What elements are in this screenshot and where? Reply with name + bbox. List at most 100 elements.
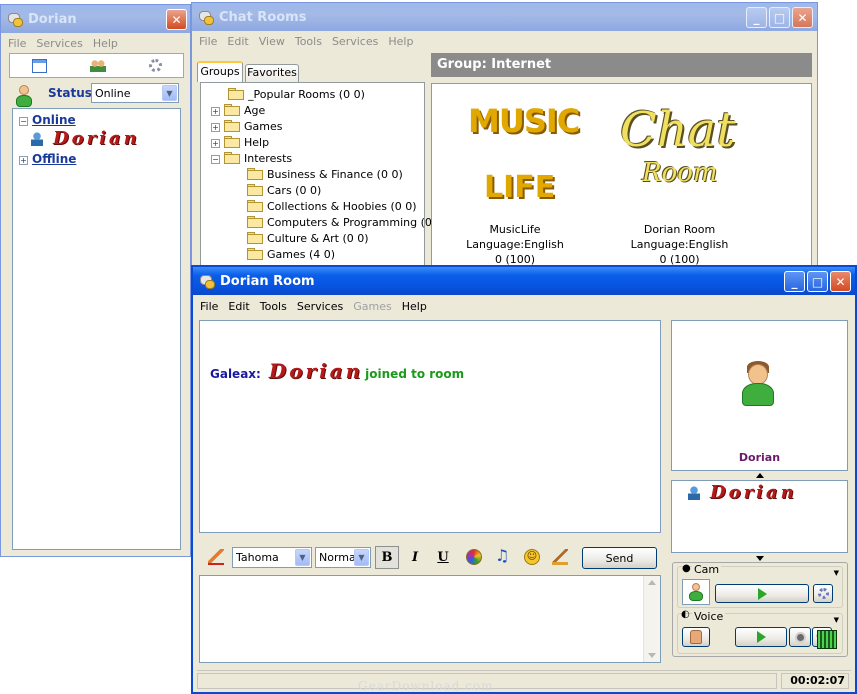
close-button[interactable]: ✕ <box>830 271 851 292</box>
font-family-select[interactable]: Tahoma ▼ <box>232 547 312 568</box>
voice-play-button[interactable] <box>735 627 787 647</box>
gears-icon[interactable] <box>148 59 162 72</box>
user-list-item[interactable]: Dorian <box>688 481 797 507</box>
tree-item[interactable]: Collections & Hoobies (0 0) <box>247 199 417 215</box>
input-scrollbar[interactable] <box>643 576 660 662</box>
menu-file[interactable]: File <box>5 37 33 50</box>
tab-groups[interactable]: Groups <box>197 61 243 82</box>
music-note-icon[interactable]: ♫ <box>495 546 509 565</box>
underline-button[interactable]: U <box>431 546 455 569</box>
close-button[interactable]: ✕ <box>792 7 813 28</box>
push-to-talk-button[interactable] <box>682 627 710 647</box>
calendar-icon[interactable] <box>31 58 47 73</box>
folder-icon <box>224 104 240 116</box>
group-offline-label[interactable]: Offline <box>32 152 76 166</box>
group-online-label[interactable]: Online <box>32 113 76 127</box>
group-offline[interactable]: + Offline <box>19 151 76 167</box>
user-list[interactable]: Dorian <box>671 480 848 553</box>
menu-file[interactable]: File <box>196 35 224 48</box>
equalizer-icon[interactable] <box>817 630 837 649</box>
scroll-down-arrow-icon[interactable] <box>756 556 764 561</box>
room-tree[interactable]: _Popular Rooms (0 0) + Age + Games + Help −… <box>200 82 447 282</box>
chatrooms-title: Chat Rooms <box>219 9 307 25</box>
message-area[interactable]: Galeax: Dorian joined to room <box>199 320 661 533</box>
folder-icon <box>247 216 263 228</box>
menu-edit[interactable]: Edit <box>225 300 256 313</box>
menu-file[interactable]: File <box>197 300 225 313</box>
contacts-titlebar[interactable]: Dorian ✕ <box>1 5 190 33</box>
smiley-icon[interactable]: ☺ <box>524 549 540 565</box>
tree-item[interactable]: − Interests <box>211 151 292 167</box>
menu-help[interactable]: Help <box>399 300 434 313</box>
scroll-down-icon[interactable] <box>648 653 656 658</box>
group-online[interactable]: − Online <box>19 112 76 128</box>
cam-settings-button[interactable] <box>813 584 833 603</box>
send-button[interactable]: Send <box>582 547 657 569</box>
collapse-icon[interactable]: − <box>19 117 28 126</box>
room-card-musiclife[interactable]: MUSIC LIFE MusicLife Language:English 0 … <box>450 92 580 272</box>
menu-view[interactable]: View <box>256 35 292 48</box>
tree-item[interactable]: _Popular Rooms (0 0) <box>228 87 365 103</box>
menu-tools[interactable]: Tools <box>292 35 329 48</box>
menu-services[interactable]: Services <box>33 37 89 50</box>
chat-app-icon <box>198 9 214 25</box>
folder-icon <box>247 184 263 196</box>
minimize-button[interactable]: _ <box>784 271 805 292</box>
expand-icon[interactable]: + <box>211 139 220 148</box>
chevron-down-icon[interactable]: ▼ <box>354 549 369 566</box>
cam-play-button[interactable] <box>715 584 809 603</box>
menu-help[interactable]: Help <box>90 37 125 50</box>
minimize-button[interactable]: _ <box>746 7 767 28</box>
contact-status-icon <box>31 132 43 146</box>
tree-item[interactable]: Cars (0 0) <box>247 183 321 199</box>
contact-item[interactable]: Dorian <box>31 128 140 150</box>
contacts-list[interactable]: − Online Dorian + Offline <box>12 108 181 550</box>
voice-options-icon[interactable]: ▼ <box>834 616 839 624</box>
collapse-icon[interactable]: − <box>211 155 220 164</box>
chatrooms-menubar: File Edit View Tools Services Help <box>192 31 817 51</box>
chatrooms-titlebar[interactable]: Chat Rooms _ □ ✕ <box>192 3 817 31</box>
message-input[interactable] <box>199 575 661 663</box>
menu-tools[interactable]: Tools <box>257 300 294 313</box>
sound-device-button[interactable] <box>789 627 811 647</box>
contacts-window: Dorian ✕ File Services Help Status: Onli… <box>0 4 191 557</box>
users-icon[interactable] <box>89 59 106 72</box>
brush-icon[interactable] <box>552 549 568 565</box>
message-text: joined to room <box>365 367 465 381</box>
pen-color-icon[interactable] <box>208 549 224 565</box>
status-select[interactable]: Online ▼ <box>91 83 179 103</box>
scroll-up-icon[interactable] <box>648 580 656 585</box>
italic-button[interactable]: I <box>403 546 427 569</box>
scroll-up-arrow-icon[interactable] <box>756 473 764 478</box>
tree-item[interactable]: + Age <box>211 103 265 119</box>
folder-icon <box>247 232 263 244</box>
tab-favorites[interactable]: Favorites <box>245 64 299 82</box>
room-title: Dorian Room <box>220 273 315 289</box>
status-label: Status: <box>48 86 97 100</box>
tree-item[interactable]: Games (4 0) <box>247 247 335 263</box>
expand-icon[interactable]: + <box>211 107 220 116</box>
bold-button[interactable]: B <box>375 546 399 569</box>
tree-item[interactable]: + Games <box>211 119 282 135</box>
tree-item[interactable]: Culture & Art (0 0) <box>247 231 369 247</box>
menu-services[interactable]: Services <box>329 35 385 48</box>
maximize-button[interactable]: □ <box>807 271 828 292</box>
menu-edit[interactable]: Edit <box>224 35 255 48</box>
expand-icon[interactable]: + <box>211 123 220 132</box>
font-size-select[interactable]: Normal ▼ <box>315 547 371 568</box>
palette-icon[interactable] <box>466 549 482 565</box>
menu-services[interactable]: Services <box>294 300 350 313</box>
tree-item[interactable]: Computers & Programming (0 0) <box>247 215 447 231</box>
room-card-dorian[interactable]: Chat Room Dorian Room Language:English 0… <box>612 92 747 272</box>
tree-item[interactable]: Business & Finance (0 0) <box>247 167 403 183</box>
expand-icon[interactable]: + <box>19 156 28 165</box>
chevron-down-icon[interactable]: ▼ <box>295 549 310 566</box>
maximize-button[interactable]: □ <box>769 7 790 28</box>
close-button[interactable]: ✕ <box>166 9 187 30</box>
voice-label: Voice <box>692 610 726 623</box>
chevron-down-icon[interactable]: ▼ <box>162 85 177 101</box>
menu-help[interactable]: Help <box>385 35 420 48</box>
tree-item[interactable]: + Help <box>211 135 269 151</box>
cam-options-icon[interactable]: ▼ <box>834 569 839 577</box>
room-titlebar[interactable]: Dorian Room _ □ ✕ <box>193 267 855 295</box>
